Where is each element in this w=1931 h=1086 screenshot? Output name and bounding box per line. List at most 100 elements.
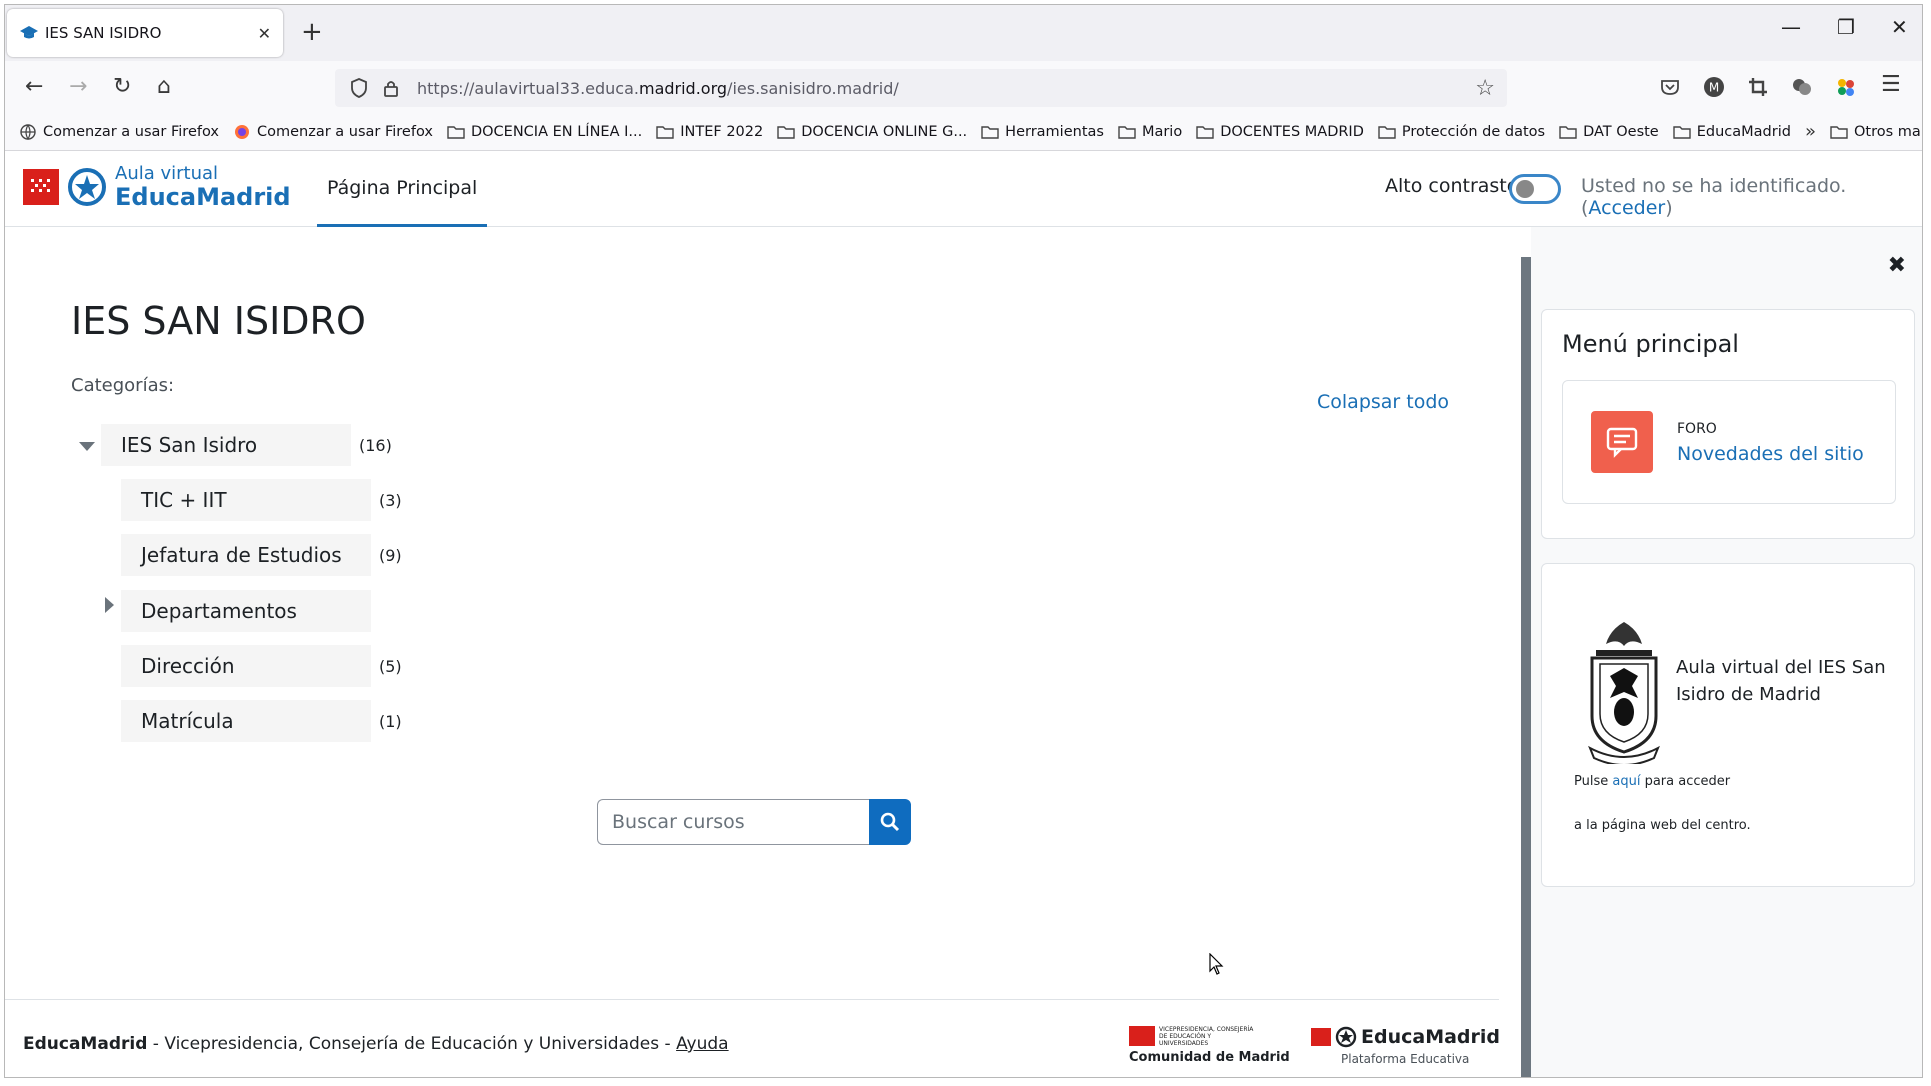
home-icon[interactable]: ⌂ [157,75,171,99]
caret-right-icon[interactable] [105,597,114,613]
main-menu-block: Menú principal FORO Novedades del sitio [1541,309,1915,539]
tab-active[interactable]: IES SAN ISIDRO ✕ [7,9,283,57]
graduation-cap-icon [20,26,38,39]
category-link[interactable]: Matrícula [121,700,371,742]
school-crest-logo[interactable] [1580,616,1668,764]
tab-close-icon[interactable]: ✕ [258,24,271,43]
main-content: IES SAN ISIDRO Categorías: Colapsar todo… [5,227,1521,1077]
bookmark-star-icon[interactable]: ☆ [1475,76,1495,101]
window-close-icon[interactable]: ✕ [1891,15,1908,39]
bookmark-item[interactable]: Comenzar a usar Firefox [19,124,219,140]
bookmark-folder[interactable]: Herramientas [981,124,1104,140]
url-text: https://aulavirtual33.educa.madrid.org/i… [417,78,899,98]
minimize-icon[interactable]: — [1781,15,1801,39]
access-text: Pulse aquí para acceder [1574,774,1731,789]
high-contrast-toggle[interactable] [1509,174,1561,204]
forum-activity[interactable]: FORO Novedades del sitio [1562,380,1896,504]
collapse-all-link[interactable]: Colapsar todo [1317,391,1449,413]
mouse-cursor-icon [1209,953,1224,975]
school-info-block: Aula virtual del IES San Isidro de Madri… [1541,563,1915,887]
bookmark-folder[interactable]: Mario [1118,124,1182,140]
url-bar[interactable]: https://aulavirtual33.educa.madrid.org/i… [335,69,1507,107]
category-row[interactable]: TIC + IIT (3) [121,479,402,521]
bookmark-folder[interactable]: DAT Oeste [1559,124,1659,140]
category-link[interactable]: IES San Isidro [101,424,351,466]
browser-window: IES SAN ISIDRO ✕ + — ❐ ✕ ← → ↻ ⌂ https:/… [4,4,1923,1078]
category-link[interactable]: Jefatura de Estudios [121,534,371,576]
globe-icon [20,123,36,140]
bookmark-folder[interactable]: Protección de datos [1378,124,1545,140]
tab-title: IES SAN ISIDRO [45,24,162,42]
category-count: (16) [359,435,392,455]
logo-subtitle[interactable]: Aula virtual [115,163,218,184]
bookmark-folder[interactable]: DOCENTES MADRID [1196,124,1364,140]
new-tab-icon[interactable]: + [301,17,323,47]
colorful-extension-icon[interactable] [1835,76,1857,98]
drawer-scrollbar[interactable] [1521,257,1531,1077]
folder-icon [1118,125,1136,139]
account-m-icon[interactable]: M [1703,76,1725,98]
educamadrid-star-icon [1335,1026,1357,1048]
other-bookmarks-folder[interactable]: Otros marcadores [1830,124,1922,140]
shield-icon[interactable] [349,77,369,99]
help-link[interactable]: Ayuda [676,1034,729,1054]
bookmark-item[interactable]: Comenzar a usar Firefox [233,124,433,140]
category-row[interactable]: Departamentos [121,590,379,632]
restore-icon[interactable]: ❐ [1837,15,1855,39]
activity-link[interactable]: Novedades del sitio [1677,443,1864,465]
folder-icon [1673,125,1691,139]
pocket-icon[interactable] [1659,76,1681,98]
category-link[interactable]: Dirección [121,645,371,687]
reload-icon[interactable]: ↻ [113,75,131,99]
drawer-close-icon[interactable]: ✖ [1888,253,1906,278]
hamburger-menu-icon[interactable]: ☰ [1881,73,1901,97]
category-link[interactable]: TIC + IIT [121,479,371,521]
nav-home-link[interactable]: Página Principal [317,151,488,227]
page-title: IES SAN ISIDRO [71,299,366,343]
folder-icon [447,125,465,139]
folder-icon [1378,125,1396,139]
block-title: Menú principal [1562,330,1739,358]
back-icon[interactable]: ← [25,75,43,99]
educamadrid-star-logo[interactable] [67,167,107,207]
bookmark-folder[interactable]: DOCENCIA EN LÍNEA I... [447,124,642,140]
login-status: Usted no se ha identificado. (Acceder) [1581,175,1847,219]
footer-text: EducaMadrid - Vicepresidencia, Consejerí… [23,1034,729,1054]
search-button[interactable] [869,799,911,845]
bookmark-folder[interactable]: INTEF 2022 [656,124,763,140]
more-bookmarks-chevron-icon[interactable]: » [1805,121,1816,142]
folder-icon [1830,125,1848,139]
extension-icon[interactable] [1791,76,1813,98]
forward-icon[interactable]: → [69,75,87,99]
nav-bar: ← → ↻ ⌂ https://aulavirtual33.educa.madr… [5,61,1922,113]
search-input[interactable] [597,799,869,845]
folder-icon [777,125,795,139]
madrid-flag-icon [1311,1028,1331,1046]
activity-type: FORO [1677,421,1717,437]
login-link[interactable]: Acceder [1588,197,1665,219]
crop-icon[interactable] [1747,76,1769,98]
category-row[interactable]: Dirección (5) [121,645,402,687]
lock-icon[interactable] [381,77,401,99]
course-search [597,799,911,845]
search-icon [880,812,900,832]
firefox-icon [234,124,249,139]
site-header: Aula virtual EducaMadrid Página Principa… [5,151,1922,227]
category-row-root[interactable]: IES San Isidro (16) [101,424,392,466]
folder-icon [981,125,999,139]
bookmark-folder[interactable]: EducaMadrid [1673,124,1791,140]
logo-title[interactable]: EducaMadrid [115,183,291,211]
svg-text:M: M [1709,81,1719,95]
categories-label: Categorías: [71,375,175,396]
category-row[interactable]: Matrícula (1) [121,700,402,742]
bookmarks-bar: Comenzar a usar Firefox Comenzar a usar … [5,113,1922,151]
caret-down-icon[interactable] [79,442,95,451]
school-web-link[interactable]: aquí [1612,774,1640,789]
tab-strip: IES SAN ISIDRO ✕ + — ❐ ✕ [5,5,1922,61]
category-row[interactable]: Jefatura de Estudios (9) [121,534,402,576]
bookmark-folder[interactable]: DOCENCIA ONLINE G... [777,124,967,140]
category-count: (9) [379,545,402,565]
category-link[interactable]: Departamentos [121,590,371,632]
comunidad-madrid-flag-logo[interactable] [23,169,59,205]
category-count: (3) [379,490,402,510]
